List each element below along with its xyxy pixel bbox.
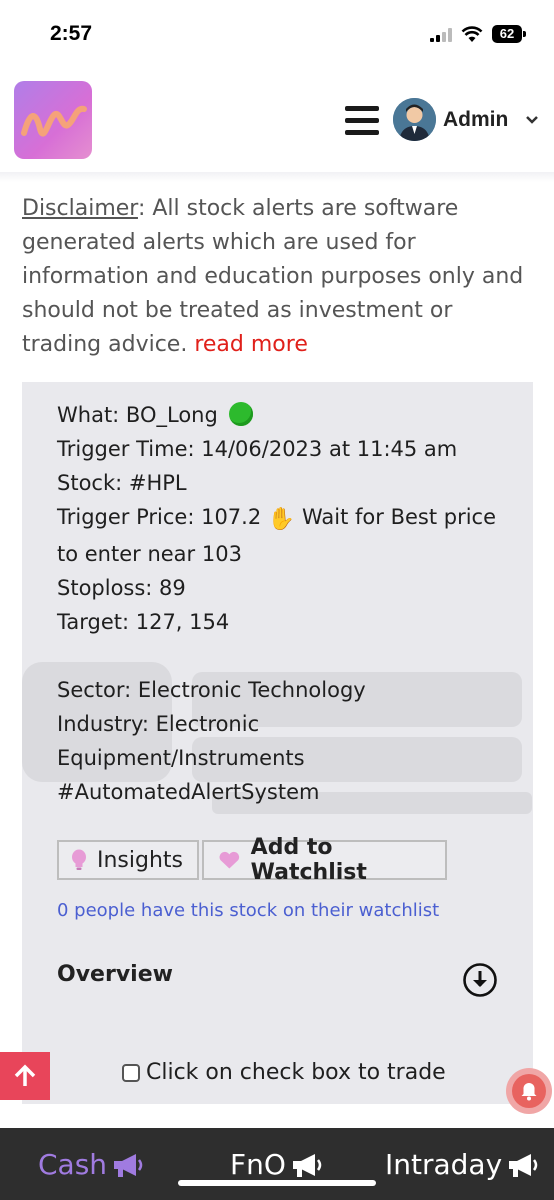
notification-bell-button[interactable] <box>506 1068 552 1114</box>
logo-wave-icon <box>21 105 87 137</box>
scroll-to-top-button[interactable] <box>0 1052 50 1100</box>
lightbulb-icon <box>72 849 86 870</box>
trade-label: Click on check box to trade <box>146 1060 446 1085</box>
wifi-icon <box>461 26 483 42</box>
tab-intraday[interactable]: Intraday <box>385 1148 540 1181</box>
home-indicator[interactable] <box>178 1180 376 1186</box>
alert-details: What: BO_Long Trigger Time: 14/06/2023 a… <box>57 398 512 809</box>
heart-icon <box>219 851 240 869</box>
trade-checkbox-row[interactable]: Click on check box to trade <box>122 1060 446 1085</box>
raised-hand-icon: ✋ <box>267 507 296 532</box>
user-avatar-icon <box>393 98 436 141</box>
trade-checkbox[interactable] <box>122 1063 140 1082</box>
clock: 2:57 <box>50 22 93 45</box>
app-logo[interactable] <box>14 81 92 159</box>
disclaimer: Disclaimer: All stock alerts are softwar… <box>22 192 538 362</box>
watchlist-count-link[interactable]: 0 people have this stock on their watchl… <box>57 900 439 921</box>
tab-fno[interactable]: FnO <box>230 1148 324 1181</box>
bell-icon <box>521 1083 537 1101</box>
alert-trigger-price: Trigger Price: 107.2 ✋ Wait for Best pri… <box>57 505 497 566</box>
tab-intraday-label: Intraday <box>385 1148 503 1181</box>
tab-fno-label: FnO <box>230 1148 286 1181</box>
read-more-link[interactable]: read more <box>194 332 308 357</box>
arrow-down-circle-icon[interactable] <box>462 962 498 998</box>
alert-stock: Stock: #HPL <box>57 471 187 495</box>
disclaimer-label: Disclaimer <box>22 196 138 221</box>
alert-sector: Sector: Electronic Technology <box>57 678 366 702</box>
bottom-nav: Cash FnO Intraday <box>0 1128 554 1200</box>
header-divider <box>0 172 554 182</box>
alert-industry: Industry: Electronic Equipment/Instrumen… <box>57 712 305 770</box>
hamburger-menu-icon[interactable] <box>345 106 379 136</box>
tab-cash[interactable]: Cash <box>38 1148 145 1181</box>
insights-label: Insights <box>97 847 184 873</box>
app-header: Admin <box>0 70 554 175</box>
status-bar: 2:57 62 <box>0 0 554 70</box>
bell-badge <box>512 1074 546 1108</box>
alert-trigger-time: Trigger Time: 14/06/2023 at 11:45 am <box>57 437 458 461</box>
tab-cash-label: Cash <box>38 1148 108 1181</box>
battery-icon: 62 <box>492 25 526 43</box>
alert-what: What: BO_Long <box>57 398 512 432</box>
alert-card: What: BO_Long Trigger Time: 14/06/2023 a… <box>22 382 533 1104</box>
megaphone-icon <box>114 1153 143 1177</box>
overview-heading[interactable]: Overview <box>57 962 173 987</box>
arrow-up-icon <box>14 1064 36 1086</box>
alert-hashtag: #AutomatedAlertSystem <box>57 780 320 804</box>
chevron-down-icon[interactable] <box>524 112 540 128</box>
alert-stoploss: Stoploss: 89 <box>57 576 186 600</box>
megaphone-icon <box>509 1153 538 1177</box>
megaphone-icon <box>292 1153 322 1177</box>
insights-button[interactable]: Insights <box>57 840 199 880</box>
add-to-watchlist-button[interactable]: Add to Watchlist <box>202 835 447 885</box>
cellular-signal-icon <box>430 28 454 42</box>
watchlist-label: Add to Watchlist <box>250 835 367 885</box>
user-name[interactable]: Admin <box>443 108 508 132</box>
avatar[interactable] <box>393 98 436 141</box>
green-circle-icon <box>228 402 253 426</box>
alert-target: Target: 127, 154 <box>57 610 230 634</box>
